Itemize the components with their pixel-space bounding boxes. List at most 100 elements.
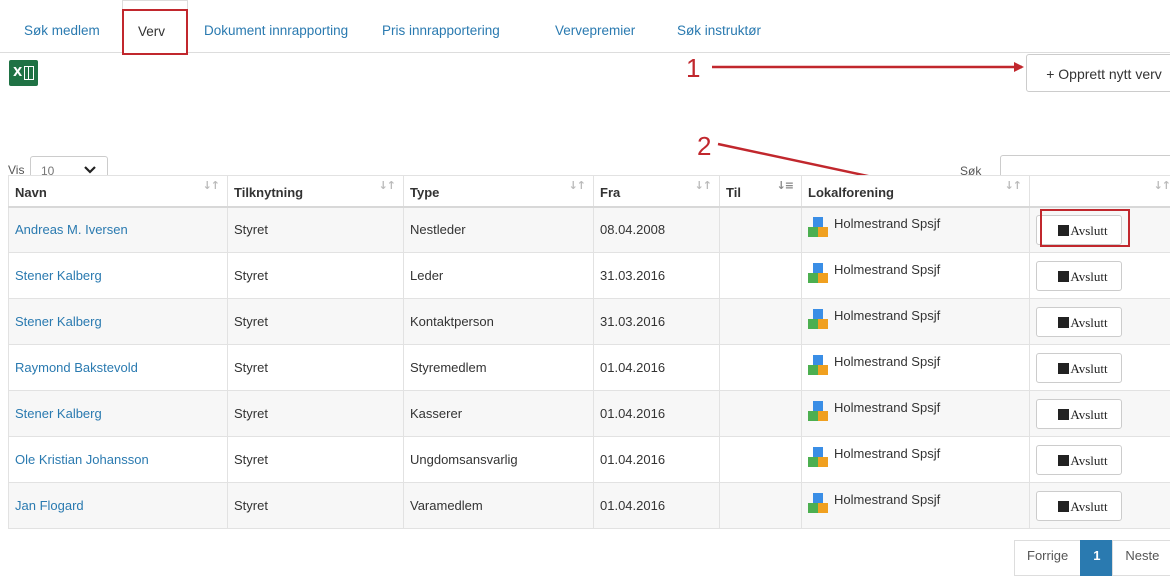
- cell-navn: Stener Kalberg: [9, 253, 228, 299]
- cell-tilknytning: Styret: [228, 345, 404, 391]
- stop-icon: [1058, 317, 1069, 328]
- lokalforening-name: Holmestrand Spsjf: [834, 492, 940, 507]
- member-name-link[interactable]: Stener Kalberg: [15, 406, 102, 421]
- lokalforening-icon: [808, 447, 828, 467]
- stop-icon: [1058, 271, 1069, 282]
- lokalforening-icon: [808, 493, 828, 513]
- pagination: Forrige 1 Neste: [1015, 540, 1170, 576]
- lokalforening-icon: [808, 355, 828, 375]
- cell-til: [720, 483, 802, 529]
- cell-navn: Ole Kristian Johansson: [9, 437, 228, 483]
- cell-fra: 31.03.2016: [594, 253, 720, 299]
- pagination-page-button[interactable]: 1: [1080, 540, 1113, 576]
- avslutt-button[interactable]: Avslutt: [1036, 491, 1122, 521]
- cell-action: Avslutt: [1030, 345, 1170, 391]
- chevron-down-icon: [83, 162, 97, 176]
- table-row: Stener KalbergStyretKontaktperson31.03.2…: [9, 299, 1170, 345]
- cell-lokalforening: Holmestrand Spsjf: [802, 391, 1030, 437]
- table-row: Jan FlogardStyretVaramedlem01.04.2016Hol…: [9, 483, 1170, 529]
- cell-tilknytning: Styret: [228, 483, 404, 529]
- tab-verv[interactable]: Verv: [122, 0, 188, 53]
- create-verv-button[interactable]: + Opprett nytt verv: [1026, 54, 1170, 92]
- sort-desc-icon: ↓≡: [777, 179, 793, 192]
- cell-tilknytning: Styret: [228, 299, 404, 345]
- cell-type: Styremedlem: [404, 345, 594, 391]
- cell-fra: 31.03.2016: [594, 299, 720, 345]
- member-name-link[interactable]: Stener Kalberg: [15, 268, 102, 283]
- stop-icon: [1058, 225, 1069, 236]
- column-header-actions[interactable]: ↓↑: [1030, 176, 1170, 207]
- column-header-type[interactable]: Type↓↑: [404, 176, 594, 207]
- avslutt-button[interactable]: Avslutt: [1036, 307, 1122, 337]
- avslutt-button[interactable]: Avslutt: [1036, 353, 1122, 383]
- member-name-link[interactable]: Stener Kalberg: [15, 314, 102, 329]
- cell-navn: Jan Flogard: [9, 483, 228, 529]
- cell-action: Avslutt: [1030, 207, 1170, 253]
- member-name-link[interactable]: Raymond Bakstevold: [15, 360, 138, 375]
- tab-vervepremier[interactable]: Vervepremier: [555, 0, 635, 53]
- column-header-fra[interactable]: Fra↓↑: [594, 176, 720, 207]
- avslutt-button[interactable]: Avslutt: [1036, 445, 1122, 475]
- lokalforening-name: Holmestrand Spsjf: [834, 446, 940, 461]
- column-header-navn[interactable]: Navn↓↑: [9, 176, 228, 207]
- sort-icon: ↓↑: [569, 179, 585, 192]
- cell-action: Avslutt: [1030, 437, 1170, 483]
- member-name-link[interactable]: Andreas M. Iversen: [15, 222, 128, 237]
- column-header-til[interactable]: Til↓≡: [720, 176, 802, 207]
- sort-icon: ↓↑: [1005, 179, 1021, 192]
- avslutt-button[interactable]: Avslutt: [1036, 215, 1122, 245]
- stop-icon: [1058, 363, 1069, 374]
- cell-til: [720, 299, 802, 345]
- table-row: Andreas M. IversenStyretNestleder08.04.2…: [9, 207, 1170, 253]
- cell-fra: 01.04.2016: [594, 345, 720, 391]
- avslutt-button[interactable]: Avslutt: [1036, 399, 1122, 429]
- annotation-2: 2: [697, 131, 711, 162]
- pagination-prev-button[interactable]: Forrige: [1014, 540, 1081, 576]
- lokalforening-icon: [808, 309, 828, 329]
- column-header-tilknytning[interactable]: Tilknytning↓↑: [228, 176, 404, 207]
- cell-til: [720, 437, 802, 483]
- cell-til: [720, 207, 802, 253]
- member-name-link[interactable]: Ole Kristian Johansson: [15, 452, 149, 467]
- tab-sok-medlem[interactable]: Søk medlem: [24, 0, 100, 53]
- cell-tilknytning: Styret: [228, 391, 404, 437]
- table-header-row: Navn↓↑ Tilknytning↓↑ Type↓↑ Fra↓↑ Til↓≡ …: [9, 176, 1170, 207]
- sort-icon: ↓↑: [379, 179, 395, 192]
- cell-fra: 01.04.2016: [594, 391, 720, 437]
- excel-icon[interactable]: X: [9, 60, 38, 86]
- lokalforening-name: Holmestrand Spsjf: [834, 400, 940, 415]
- cell-lokalforening: Holmestrand Spsjf: [802, 483, 1030, 529]
- lokalforening-name: Holmestrand Spsjf: [834, 308, 940, 323]
- table-row: Stener Kalberg StyretKasserer01.04.2016 Ho…: [9, 391, 1170, 437]
- stop-icon: [1058, 409, 1069, 420]
- sort-icon: ↓↑: [695, 179, 711, 192]
- lokalforening-icon: [808, 263, 828, 283]
- stop-icon: [1058, 501, 1069, 512]
- cell-tilknytning: Styret: [228, 437, 404, 483]
- table-row: Raymond Bakstevold StyretStyremedlem01.04…: [9, 345, 1170, 391]
- cell-tilknytning: Styret: [228, 253, 404, 299]
- cell-action: Avslutt: [1030, 483, 1170, 529]
- cell-action: Avslutt: [1030, 299, 1170, 345]
- cell-type: Ungdomsansvarlig: [404, 437, 594, 483]
- column-header-lokalforening[interactable]: Lokalforening↓↑: [802, 176, 1030, 207]
- cell-fra: 01.04.2016: [594, 437, 720, 483]
- sort-icon: ↓↑: [203, 179, 219, 192]
- member-name-link[interactable]: Jan Flogard: [15, 498, 84, 513]
- cell-action: Avslutt: [1030, 391, 1170, 437]
- tab-dokument-innrapporting[interactable]: Dokument innrapporting: [204, 0, 348, 53]
- pagination-next-button[interactable]: Neste: [1112, 540, 1170, 576]
- cell-fra: 08.04.2008: [594, 207, 720, 253]
- cell-lokalforening: Holmestrand Spsjf: [802, 253, 1030, 299]
- cell-type: Kasserer: [404, 391, 594, 437]
- table-row: Stener KalbergStyretLeder31.03.2016Holme…: [9, 253, 1170, 299]
- tab-sok-instruktor[interactable]: Søk instruktør: [677, 0, 761, 53]
- cell-til: [720, 253, 802, 299]
- tab-pris-innrapportering[interactable]: Pris innrapportering: [382, 0, 500, 53]
- cell-til: [720, 391, 802, 437]
- cell-til: [720, 345, 802, 391]
- avslutt-button[interactable]: Avslutt: [1036, 261, 1122, 291]
- annotation-1: 1: [686, 53, 700, 84]
- cell-fra: 01.04.2016: [594, 483, 720, 529]
- cell-lokalforening: Holmestrand Spsjf: [802, 345, 1030, 391]
